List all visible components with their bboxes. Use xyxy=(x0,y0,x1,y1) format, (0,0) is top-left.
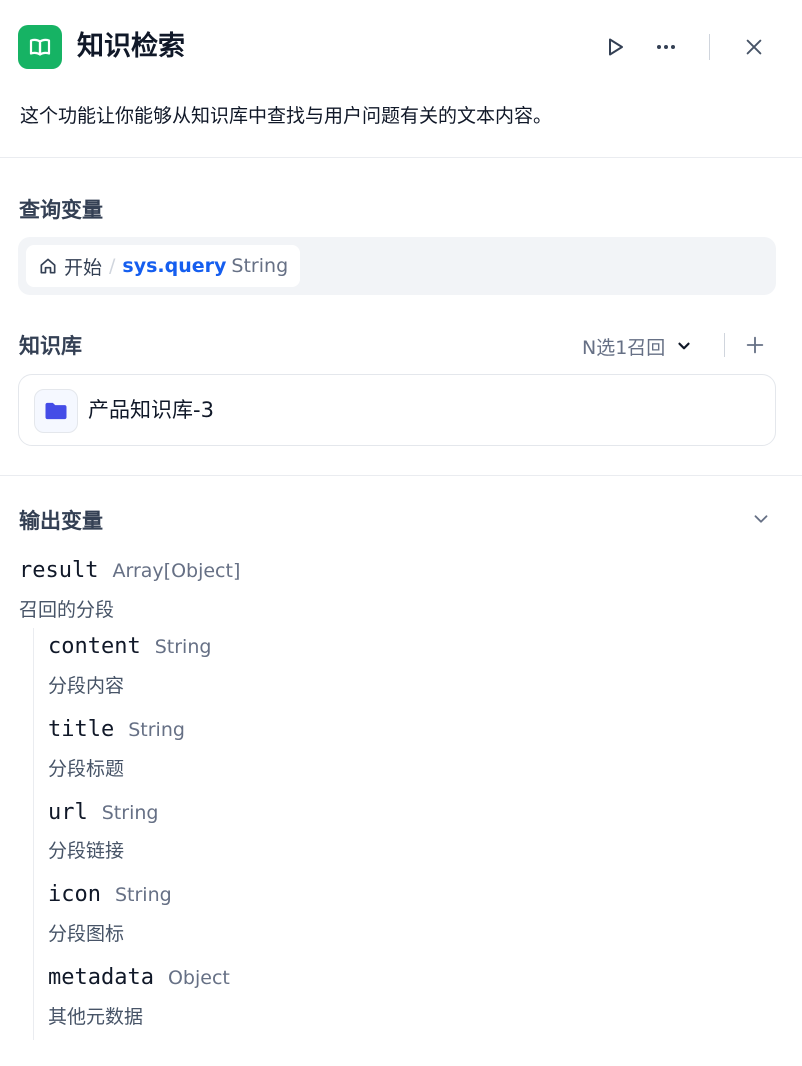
divider xyxy=(0,475,802,476)
output-var-desc: 分段链接 xyxy=(48,840,125,862)
panel-description: 这个功能让你能够从知识库中查找与用户问题有关的文本内容。 xyxy=(20,105,553,127)
output-var-row: metadata Object xyxy=(48,965,230,990)
output-var-desc: 分段内容 xyxy=(48,675,125,697)
output-var-type: Array[Object] xyxy=(112,560,241,582)
output-var-type: Object xyxy=(167,967,230,989)
query-variable-label: 查询变量 xyxy=(19,198,103,222)
output-var-desc: 分段图标 xyxy=(48,923,125,945)
output-var-name: url xyxy=(48,800,88,825)
knowledge-actions-divider xyxy=(724,333,725,357)
output-var-type: String xyxy=(114,884,172,906)
output-var-name: icon xyxy=(48,882,101,907)
collapse-output-button[interactable] xyxy=(744,504,778,534)
output-var-type: String xyxy=(154,636,212,658)
output-var-row: url String xyxy=(48,800,158,825)
run-button[interactable] xyxy=(596,28,634,66)
variable-type: String xyxy=(231,255,289,277)
chevron-down-icon xyxy=(675,337,693,355)
panel-title: 知识检索 xyxy=(77,31,185,62)
output-var-name: metadata xyxy=(48,965,154,990)
output-var-row: icon String xyxy=(48,882,172,907)
retrieval-mode-label: N选1召回 xyxy=(582,336,666,359)
output-var-row: content String xyxy=(48,634,211,659)
query-variable-field[interactable]: 开始 / sys.query String xyxy=(18,237,776,295)
header-divider xyxy=(709,34,710,60)
book-open-icon xyxy=(18,25,62,69)
close-button[interactable] xyxy=(735,28,773,66)
panel-header: 知识检索 xyxy=(0,0,802,96)
output-var-desc: 分段标题 xyxy=(48,758,125,780)
output-var-type: String xyxy=(128,719,185,741)
retrieval-mode-dropdown[interactable]: N选1召回 xyxy=(582,333,693,360)
more-button[interactable] xyxy=(647,28,685,66)
output-var-desc: 其他元数据 xyxy=(48,1006,144,1028)
folder-icon xyxy=(34,389,78,433)
add-knowledge-button[interactable] xyxy=(738,328,772,362)
output-var-desc: 召回的分段 xyxy=(19,599,115,621)
output-var-name: result xyxy=(19,558,99,583)
output-var-name: content xyxy=(48,634,141,659)
output-variables-label: 输出变量 xyxy=(19,509,103,533)
knowledge-item[interactable]: 产品知识库-3 xyxy=(18,374,776,446)
home-icon xyxy=(38,256,58,276)
close-icon xyxy=(743,36,765,58)
variable-chip[interactable]: 开始 / sys.query String xyxy=(26,245,301,287)
variable-name: sys.query xyxy=(122,255,227,277)
output-var-row: result Array[Object] xyxy=(19,558,240,583)
output-var-row: title String xyxy=(48,717,185,742)
variable-node-name: 开始 xyxy=(64,256,103,279)
retrieval-mode-area: N选1召回 xyxy=(582,330,693,362)
play-icon xyxy=(603,35,627,59)
more-horizontal-icon xyxy=(654,35,678,59)
knowledge-label: 知识库 xyxy=(19,334,82,358)
divider xyxy=(0,157,802,158)
output-var-name: title xyxy=(48,717,115,742)
variable-separator: / xyxy=(109,255,116,277)
chevron-down-icon xyxy=(750,508,772,530)
output-var-type: String xyxy=(101,802,159,824)
plus-icon xyxy=(744,334,766,356)
knowledge-name: 产品知识库-3 xyxy=(88,398,214,422)
tree-line xyxy=(33,628,34,1040)
